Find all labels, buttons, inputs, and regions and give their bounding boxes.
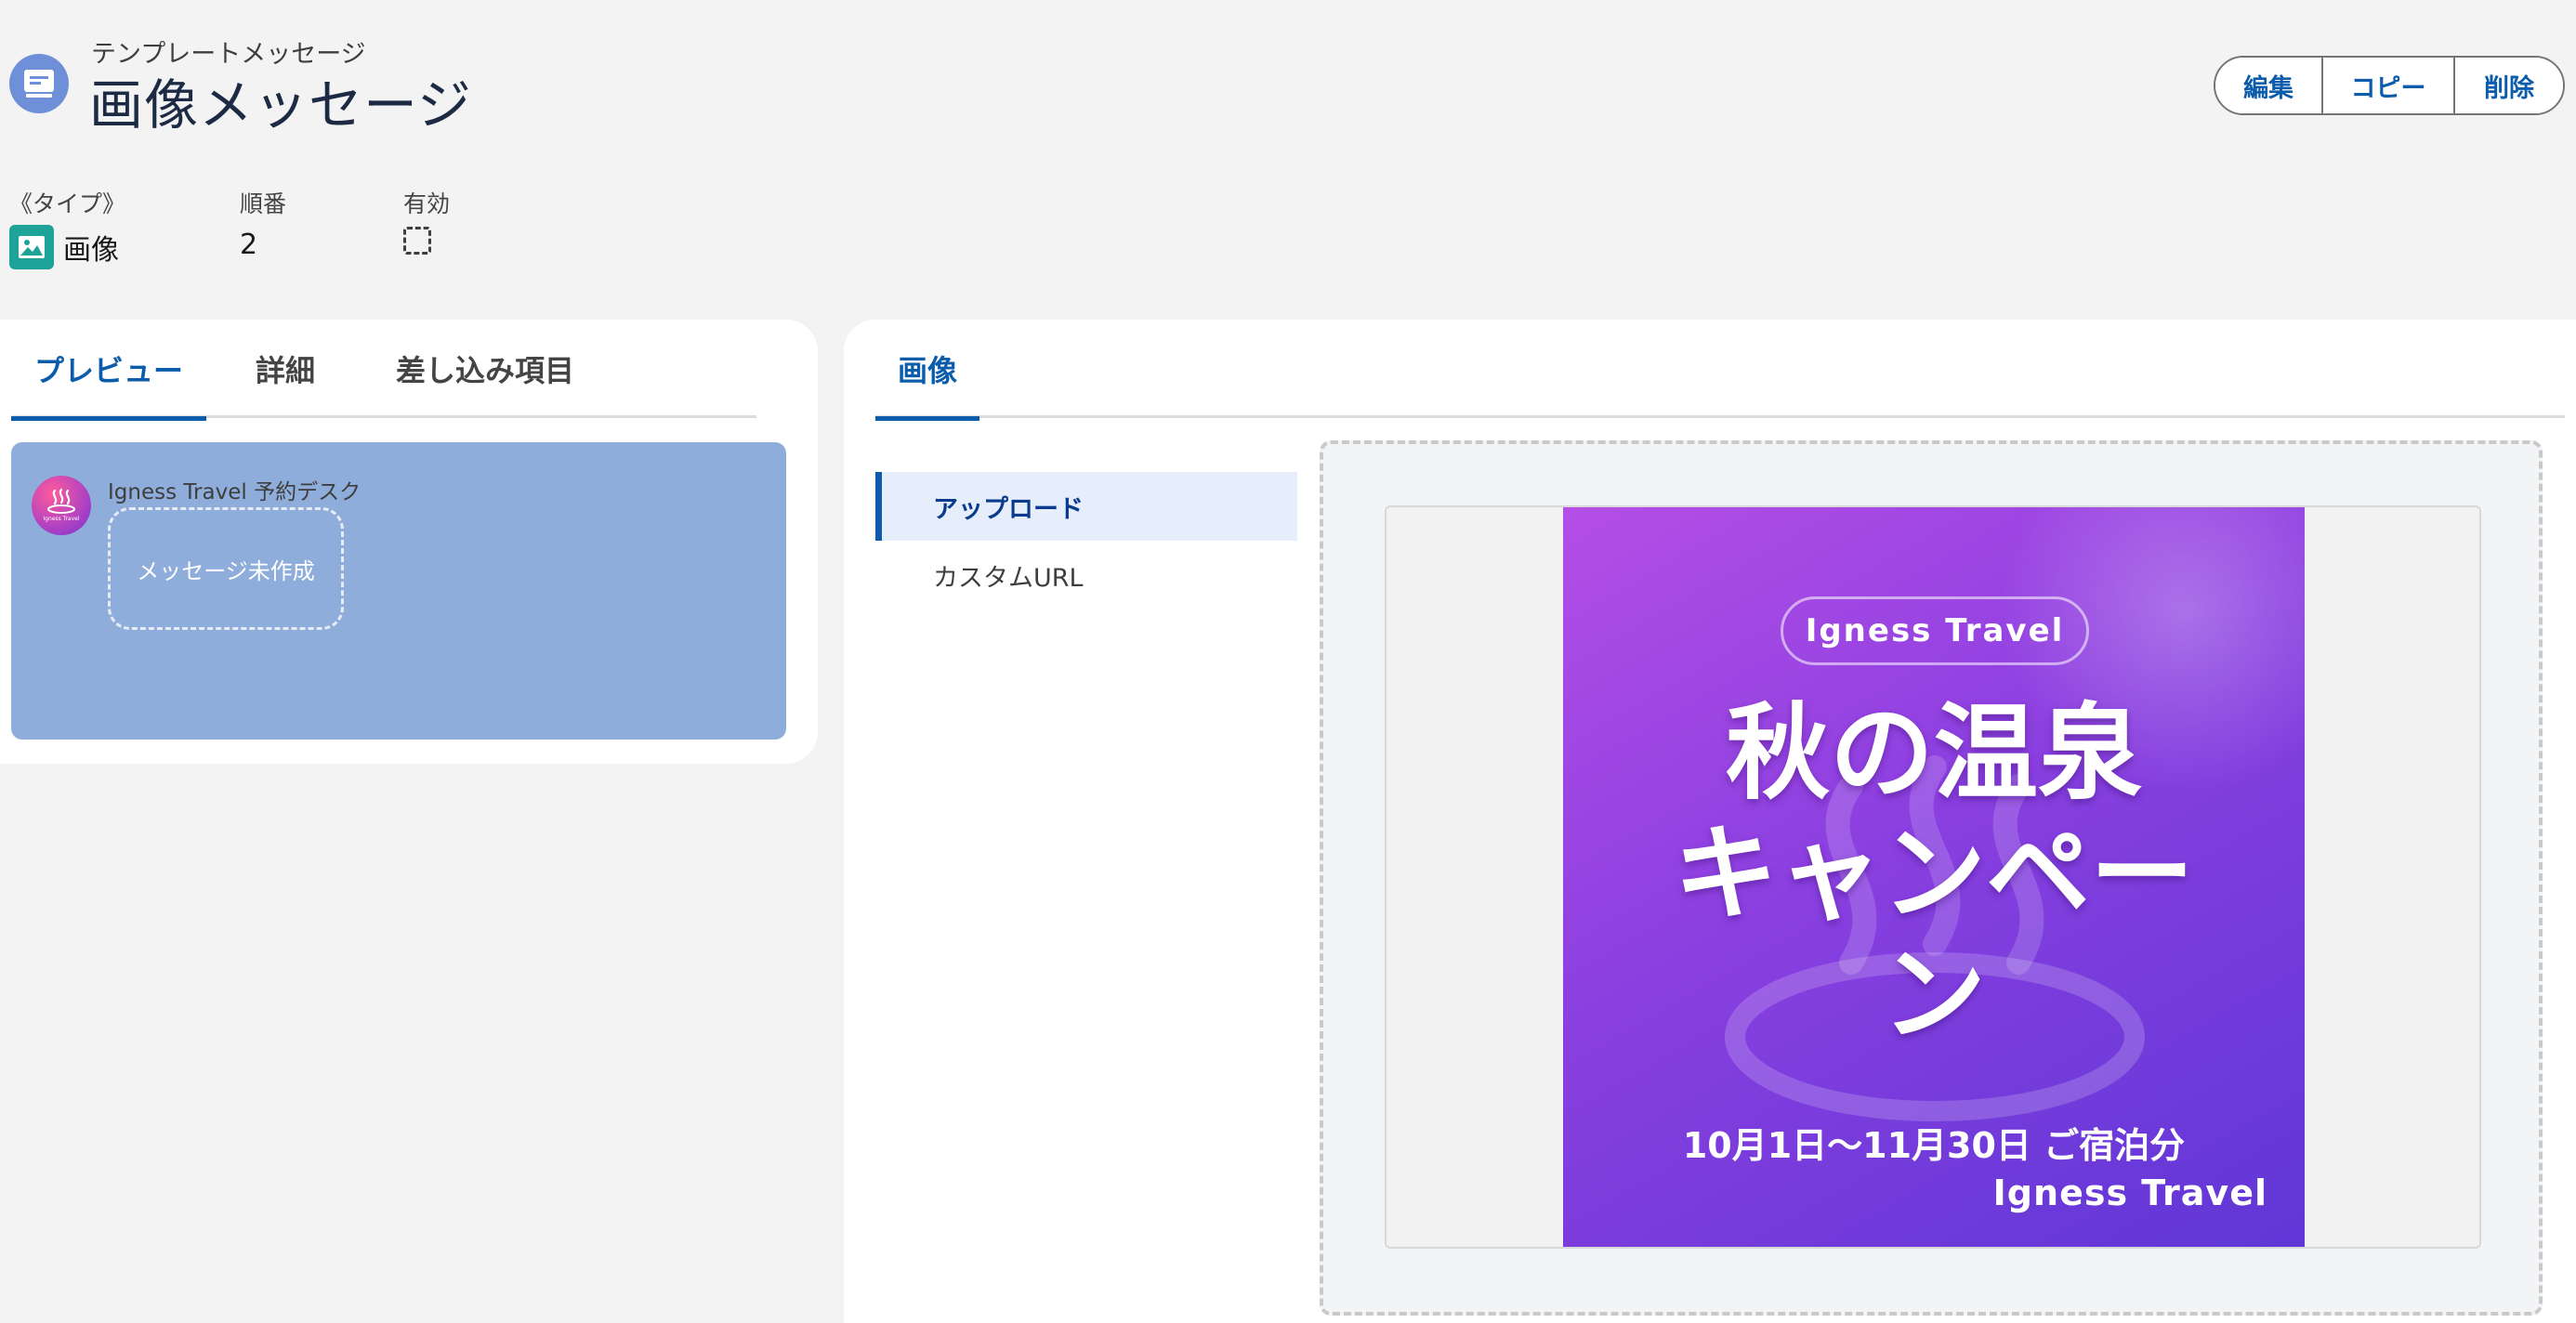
banner-title-line1: 秋の温泉 [1726, 693, 2142, 814]
banner-brand-pill: Igness Travel [1781, 596, 2089, 665]
type-field: 《タイプ》 画像 [9, 186, 125, 269]
banner-title-line3: ン [1882, 935, 1986, 1055]
image-icon [9, 225, 54, 269]
type-value: 画像 [63, 234, 119, 267]
record-actions: 編集 コピー 削除 [2214, 56, 2565, 115]
active-field: 有効 [403, 186, 450, 255]
empty-message-bubble: メッセージ未作成 [108, 507, 344, 630]
campaign-banner-image: Igness Travel 秋の温泉 キャンペー ン 10月1日〜11月30日 … [1563, 507, 2305, 1247]
avatar-label: Igness Travel [43, 516, 79, 522]
active-label: 有効 [403, 190, 451, 217]
tab-image[interactable]: 画像 [875, 320, 979, 421]
banner-period: 10月1日〜11月30日 ご宿泊分 [1682, 1125, 2186, 1166]
right-tabset: 画像 [875, 320, 2565, 421]
left-tabset: プレビュー 詳細 差し込み項目 [11, 320, 756, 421]
active-checkbox [403, 227, 431, 255]
page-title: 画像メッセージ [89, 73, 472, 137]
tab-detail[interactable]: 詳細 [206, 320, 364, 418]
preview-card: プレビュー 詳細 差し込み項目 Igness Travel Igness Tra… [0, 320, 818, 764]
message-preview: Igness Travel Igness Travel 予約デスク メッセージ未… [11, 442, 786, 740]
banner-title: 秋の温泉 キャンペー ン [1563, 693, 2305, 1055]
banner-brand: Igness Travel [1992, 1172, 2267, 1213]
image-source-list: アップロード カスタムURL [875, 472, 1297, 609]
image-dropzone[interactable]: Igness Travel 秋の温泉 キャンペー ン 10月1日〜11月30日 … [1320, 440, 2543, 1316]
source-option-upload[interactable]: アップロード [875, 472, 1297, 541]
tab-preview[interactable]: プレビュー [11, 320, 206, 421]
sender-name: Igness Travel 予約デスク [108, 480, 361, 504]
edit-button[interactable]: 編集 [2215, 58, 2323, 113]
type-label: 《タイプ》 [9, 190, 126, 217]
order-field: 順番 2 [240, 186, 286, 261]
tab-merge-fields[interactable]: 差し込み項目 [383, 320, 587, 418]
order-label: 順番 [240, 190, 287, 217]
delete-button[interactable]: 削除 [2455, 58, 2563, 113]
image-preview-frame: Igness Travel 秋の温泉 キャンペー ン 10月1日〜11月30日 … [1385, 505, 2481, 1249]
image-card: 画像 アップロード カスタムURL Igness Travel 秋の温泉 キャン… [844, 320, 2576, 1323]
page-header: テンプレートメッセージ 画像メッセージ 編集 コピー 削除 [0, 0, 2576, 158]
source-option-custom-url[interactable]: カスタムURL [875, 541, 1297, 609]
sender-avatar: Igness Travel [32, 476, 91, 535]
copy-button[interactable]: コピー [2323, 58, 2455, 113]
template-message-icon [9, 54, 69, 113]
order-value: 2 [240, 229, 258, 261]
banner-title-line2: キャンペー [1674, 814, 2194, 935]
